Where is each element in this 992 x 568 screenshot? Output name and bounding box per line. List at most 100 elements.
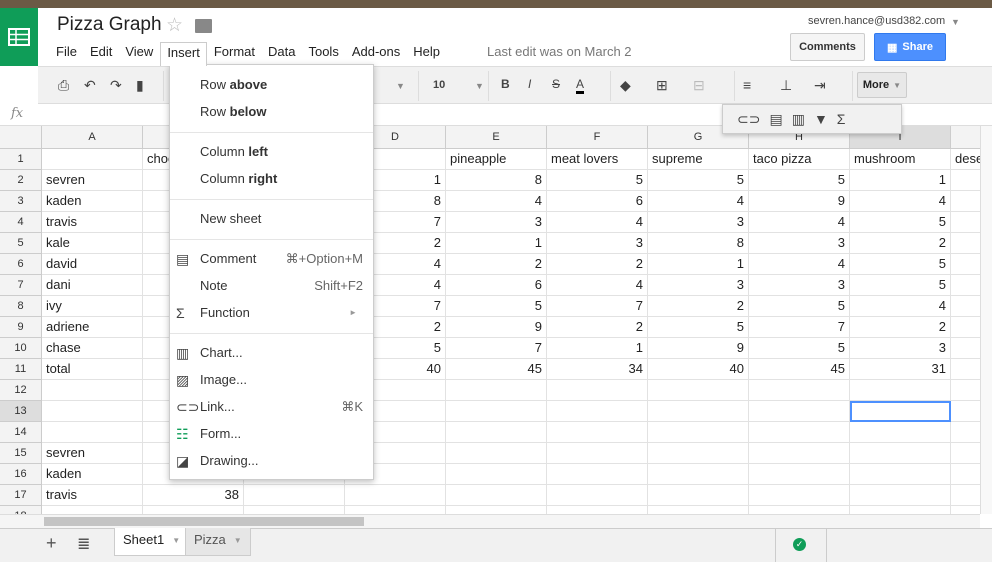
cell[interactable] <box>951 359 980 380</box>
cell[interactable]: 1 <box>648 254 749 275</box>
cell[interactable] <box>648 506 749 514</box>
cell[interactable] <box>850 485 951 506</box>
cell[interactable] <box>749 485 850 506</box>
menu-help[interactable]: Help <box>407 42 446 66</box>
cell[interactable] <box>648 485 749 506</box>
menu-file[interactable]: File <box>50 42 83 66</box>
chevron-down-icon[interactable]: ▼ <box>951 17 960 27</box>
cell[interactable] <box>951 191 980 212</box>
cell[interactable]: dese <box>951 149 980 170</box>
cell[interactable] <box>547 422 648 443</box>
font-size-select[interactable]: 10 <box>433 79 445 91</box>
cell[interactable] <box>749 422 850 443</box>
cell[interactable] <box>951 233 980 254</box>
cell[interactable] <box>42 380 143 401</box>
cell[interactable] <box>951 170 980 191</box>
functions-icon[interactable]: Σ <box>837 111 846 127</box>
cell[interactable] <box>648 401 749 422</box>
row-header[interactable]: 4 <box>0 212 42 233</box>
cell[interactable] <box>446 443 547 464</box>
cell[interactable]: 9 <box>446 317 547 338</box>
cell[interactable] <box>951 212 980 233</box>
cell[interactable] <box>42 506 143 514</box>
cell[interactable] <box>749 464 850 485</box>
cell[interactable] <box>547 464 648 485</box>
row-header[interactable]: 2 <box>0 170 42 191</box>
cell[interactable] <box>951 422 980 443</box>
more-button[interactable]: More ▼ <box>857 72 907 98</box>
cell[interactable] <box>850 443 951 464</box>
selected-cell[interactable] <box>850 401 951 422</box>
cell[interactable]: 45 <box>749 359 850 380</box>
horizontal-scroll-thumb[interactable] <box>44 517 364 526</box>
cell[interactable]: kaden <box>42 191 143 212</box>
cell[interactable]: 40 <box>648 359 749 380</box>
comment-icon[interactable]: ▤ <box>769 111 782 128</box>
cell[interactable] <box>547 380 648 401</box>
column-header[interactable]: E <box>446 126 547 149</box>
menu-insert[interactable]: Insert <box>160 42 207 66</box>
menu-item-new-sheet[interactable]: New sheet <box>170 207 373 231</box>
add-sheet-icon[interactable]: + <box>46 533 57 554</box>
cell[interactable] <box>42 149 143 170</box>
text-color-icon[interactable]: A <box>576 77 585 94</box>
cell[interactable] <box>951 296 980 317</box>
cell[interactable]: 4 <box>648 191 749 212</box>
cell[interactable]: 5 <box>547 170 648 191</box>
cell[interactable]: travis <box>42 485 143 506</box>
cell[interactable]: 4 <box>749 254 850 275</box>
cell[interactable] <box>951 443 980 464</box>
row-header[interactable]: 3 <box>0 191 42 212</box>
cell[interactable]: 4 <box>850 191 951 212</box>
column-header[interactable] <box>951 126 980 149</box>
row-header[interactable]: 10 <box>0 338 42 359</box>
menu-item-link[interactable]: ⊂⊃ Link... ⌘K <box>170 395 373 419</box>
user-account[interactable]: sevren.hance@usd382.com <box>808 15 945 27</box>
cell[interactable] <box>951 254 980 275</box>
menu-addons[interactable]: Add-ons <box>346 42 406 66</box>
cell[interactable] <box>648 464 749 485</box>
cell[interactable] <box>951 485 980 506</box>
cell[interactable]: pineapple <box>446 149 547 170</box>
cell[interactable] <box>648 422 749 443</box>
cell[interactable] <box>749 401 850 422</box>
vertical-scrollbar[interactable] <box>980 126 992 514</box>
filter-icon[interactable]: ▼ <box>814 111 828 127</box>
chevron-down-icon[interactable]: ▼ <box>234 532 242 551</box>
share-button[interactable]: ▦ Share <box>874 33 946 61</box>
cell[interactable]: 3 <box>850 338 951 359</box>
cell[interactable]: 45 <box>446 359 547 380</box>
cell[interactable]: 6 <box>446 275 547 296</box>
star-icon[interactable]: ☆ <box>166 14 183 37</box>
cell[interactable] <box>42 422 143 443</box>
chart-icon[interactable]: ▥ <box>792 111 805 128</box>
menu-data[interactable]: Data <box>262 42 301 66</box>
merge-cells-icon[interactable]: ⊟ <box>693 77 705 94</box>
cell[interactable] <box>850 506 951 514</box>
column-header[interactable]: F <box>547 126 648 149</box>
row-header[interactable]: 7 <box>0 275 42 296</box>
cell[interactable] <box>850 380 951 401</box>
cell[interactable] <box>951 506 980 514</box>
cell[interactable] <box>951 275 980 296</box>
cell[interactable]: 6 <box>547 191 648 212</box>
cell[interactable]: 4 <box>749 212 850 233</box>
cell[interactable]: kaden <box>42 464 143 485</box>
spreadsheet-grid[interactable]: ABCDEFGHI1chocesepineapplemeat loverssup… <box>0 126 980 514</box>
all-sheets-icon[interactable]: ≣ <box>77 534 90 554</box>
menu-item-chart[interactable]: ▥ Chart... <box>170 341 373 365</box>
menu-item-drawing[interactable]: ◪ Drawing... <box>170 449 373 473</box>
corner-cell[interactable] <box>0 126 42 149</box>
row-header[interactable]: 8 <box>0 296 42 317</box>
redo-icon[interactable]: ↷ <box>110 77 122 94</box>
row-header[interactable]: 9 <box>0 317 42 338</box>
folder-icon[interactable] <box>195 19 212 33</box>
row-header[interactable]: 17 <box>0 485 42 506</box>
cell[interactable]: 5 <box>850 212 951 233</box>
cell[interactable]: 2 <box>850 233 951 254</box>
cell[interactable]: 3 <box>749 233 850 254</box>
vertical-align-icon[interactable]: ⊥ <box>780 77 792 94</box>
menu-item-note[interactable]: Note Shift+F2 <box>170 274 373 298</box>
cell[interactable]: 2 <box>547 254 648 275</box>
cell[interactable]: 9 <box>648 338 749 359</box>
